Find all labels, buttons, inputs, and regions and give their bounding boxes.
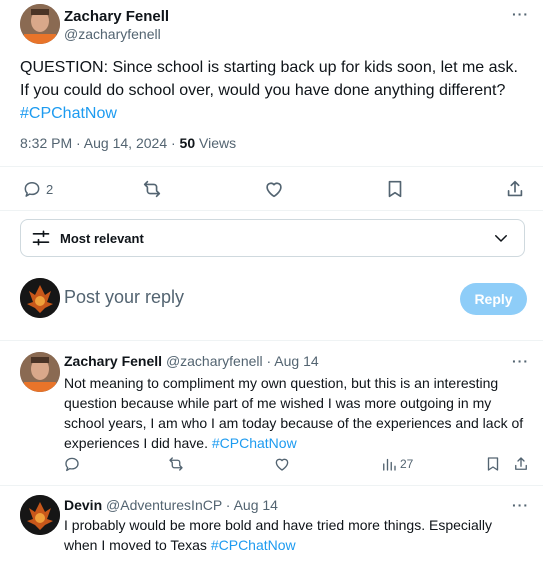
bookmark-icon <box>388 180 402 198</box>
more-options-icon[interactable]: ··· <box>512 497 529 513</box>
reply-header: Zachary Fenell @zacharyfenell · Aug 14 <box>64 353 319 369</box>
post-hashtag[interactable]: #CPChatNow <box>20 105 117 122</box>
sort-label: Most relevant <box>60 230 144 246</box>
divider <box>0 340 543 341</box>
reply-meta[interactable]: @zacharyfenell · Aug 14 <box>166 353 319 369</box>
post-timestamp[interactable]: 8:32 PM · Aug 14, 2024 · <box>20 135 180 151</box>
like-action[interactable] <box>263 178 285 205</box>
author-name[interactable]: Zachary Fenell <box>64 8 169 25</box>
views-label: Views <box>195 135 237 151</box>
repost-action[interactable] <box>167 455 185 478</box>
reply-avatar[interactable] <box>20 495 60 535</box>
reply-meta[interactable]: @AdventuresInCP · Aug 14 <box>106 497 278 513</box>
heart-icon <box>275 458 289 471</box>
chevron-down-icon <box>495 235 507 242</box>
divider <box>0 210 543 211</box>
bookmark-action[interactable] <box>384 178 406 205</box>
reply-header: Devin @AdventuresInCP · Aug 14 <box>64 497 278 513</box>
my-avatar[interactable] <box>20 278 60 318</box>
reply-action[interactable]: 2 <box>22 178 53 200</box>
bookmark-icon <box>487 457 499 471</box>
share-icon <box>515 457 527 470</box>
share-icon <box>507 180 523 197</box>
more-options-icon[interactable]: ··· <box>512 6 529 22</box>
reply-hashtag[interactable]: #CPChatNow <box>212 435 297 451</box>
repost-action[interactable] <box>141 178 163 205</box>
divider <box>0 166 543 167</box>
reply-text: I probably would be more bold and have t… <box>64 515 526 555</box>
reply-views-count: 27 <box>400 457 414 471</box>
reply-action[interactable] <box>63 455 81 478</box>
reply-count: 2 <box>46 181 54 197</box>
post-body: QUESTION: Since school is starting back … <box>20 59 518 99</box>
divider <box>0 485 543 486</box>
share-action[interactable] <box>504 178 526 205</box>
share-action[interactable] <box>512 455 530 478</box>
heart-icon <box>266 182 282 198</box>
like-action[interactable] <box>273 455 291 478</box>
reply-icon <box>65 457 79 472</box>
views-chart-icon <box>383 458 396 471</box>
reply-author-name[interactable]: Zachary Fenell <box>64 353 162 369</box>
post-meta: 8:32 PM · Aug 14, 2024 · 50 Views <box>20 135 236 151</box>
author-handle[interactable]: @zacharyfenell <box>64 26 161 42</box>
post-text: QUESTION: Since school is starting back … <box>20 56 525 125</box>
author-avatar[interactable] <box>20 4 60 44</box>
repost-icon <box>143 180 161 198</box>
repost-icon <box>169 457 183 471</box>
reply-input[interactable]: Post your reply <box>64 287 184 308</box>
reply-hashtag[interactable]: #CPChatNow <box>211 537 296 553</box>
sort-dropdown[interactable]: Most relevant <box>20 219 525 257</box>
views-count: 50 <box>179 135 196 151</box>
filter-icon <box>32 230 50 246</box>
reply-avatar[interactable] <box>20 352 60 392</box>
reply-author-name[interactable]: Devin <box>64 497 102 513</box>
views-action[interactable]: 27 <box>380 455 413 473</box>
reply-button[interactable]: Reply <box>460 283 527 315</box>
bookmark-action[interactable] <box>484 455 502 478</box>
more-options-icon[interactable]: ··· <box>512 353 529 369</box>
reply-text: Not meaning to compliment my own questio… <box>64 373 526 453</box>
reply-icon <box>24 182 40 197</box>
